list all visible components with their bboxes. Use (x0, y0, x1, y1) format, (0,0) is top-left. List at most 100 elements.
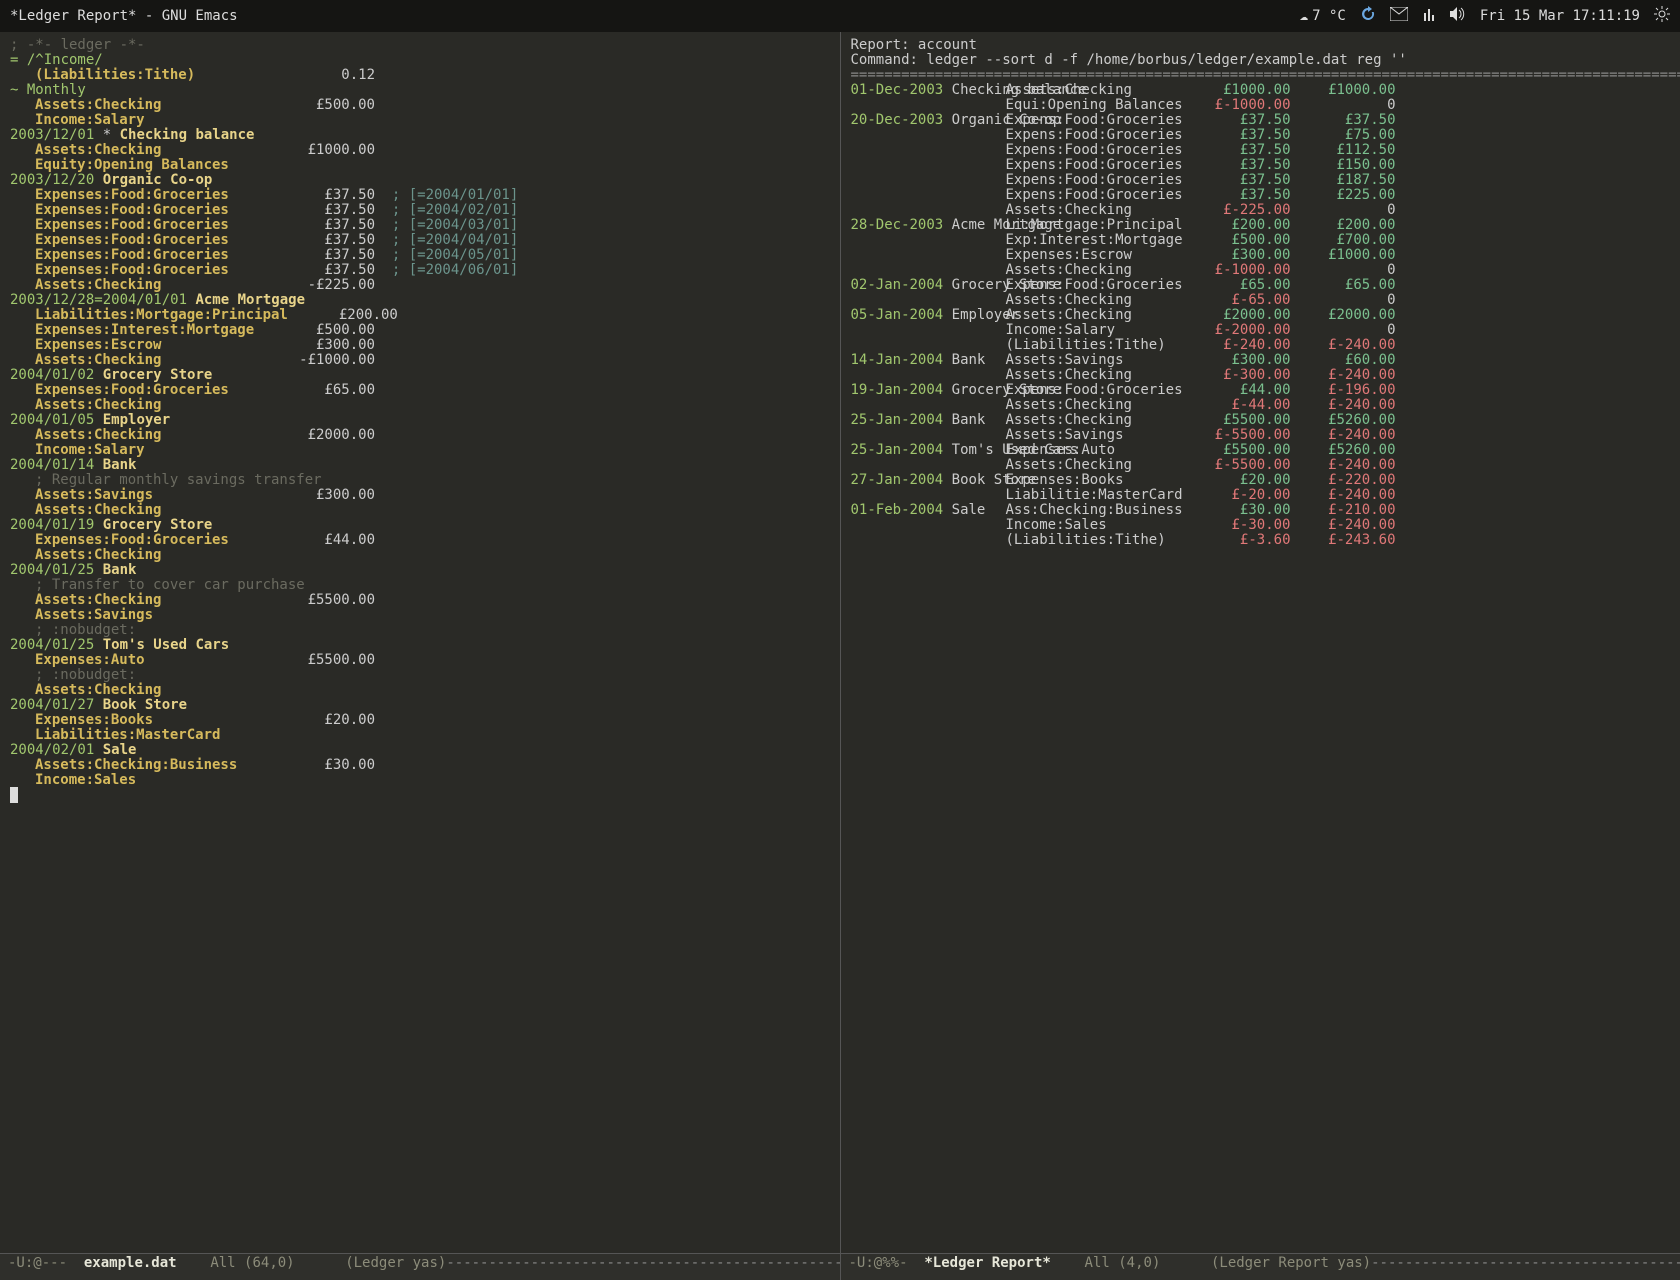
source-line: Assets:Checking (10, 548, 830, 563)
modeline-position: All (64,0) (210, 1255, 294, 1271)
mail-icon[interactable] (1390, 7, 1408, 25)
report-line: Expens:Food:Groceries£37.50£75.00 (851, 128, 1671, 143)
source-line: Expenses:Food:Groceries£37.50 ; [=2004/0… (10, 233, 830, 248)
modeline-flags: -U:@--- (8, 1255, 67, 1271)
report-line: ========================================… (851, 68, 1671, 83)
source-line: 2004/01/25 Bank (10, 563, 830, 578)
source-line: 2004/01/14 Bank (10, 458, 830, 473)
report-line: Expens:Food:Groceries£37.50£225.00 (851, 188, 1671, 203)
source-line: Expenses:Escrow£300.00 (10, 338, 830, 353)
source-line: Assets:Checking (10, 398, 830, 413)
modeline-filename: example.dat (84, 1255, 177, 1271)
report-line: 20-Dec-2003 Organic Co-opExpens:Food:Gro… (851, 113, 1671, 128)
settings-icon[interactable] (1654, 6, 1670, 26)
source-line: Liabilities:Mortgage:Principal£200.00 (10, 308, 830, 323)
report-line: Assets:Checking£-225.000 (851, 203, 1671, 218)
source-line: ; :nobudget: (10, 623, 830, 638)
source-line: Income:Salary (10, 113, 830, 128)
source-line: Assets:Checking£5500.00 (10, 593, 830, 608)
source-line: Assets:Checking£1000.00 (10, 143, 830, 158)
source-line: Expenses:Food:Groceries£37.50 ; [=2004/0… (10, 218, 830, 233)
report-line: Assets:Checking£-1000.000 (851, 263, 1671, 278)
report-line: Expenses:Escrow£300.00£1000.00 (851, 248, 1671, 263)
source-line: Assets:Savings (10, 608, 830, 623)
source-line: 2004/01/05 Employer (10, 413, 830, 428)
emacs-frame: ; -*- ledger -*-= /^Income/(Liabilities:… (0, 32, 1680, 1280)
source-line: Assets:Checking-£225.00 (10, 278, 830, 293)
network-icon[interactable] (1422, 7, 1436, 25)
source-line: 2003/12/01 * Checking balance (10, 128, 830, 143)
report-line: Assets:Checking£-44.00£-240.00 (851, 398, 1671, 413)
report-line: Assets:Checking£-300.00£-240.00 (851, 368, 1671, 383)
report-line: Income:Sales£-30.00£-240.00 (851, 518, 1671, 533)
source-line: 2003/12/20 Organic Co-op (10, 173, 830, 188)
source-line: Equity:Opening Balances (10, 158, 830, 173)
report-line: 25-Jan-2004 BankAssets:Checking£5500.00£… (851, 413, 1671, 428)
report-line: Assets:Savings£-5500.00£-240.00 (851, 428, 1671, 443)
source-line: Expenses:Food:Groceries£65.00 (10, 383, 830, 398)
modeline-dashes: ----------------------------------------… (1371, 1255, 1680, 1271)
report-line: 28-Dec-2003 Acme MortgageLi:Mortgage:Pri… (851, 218, 1671, 233)
window-title: *Ledger Report* - GNU Emacs (10, 8, 238, 24)
modeline-mode: (Ledger yas) (345, 1255, 446, 1271)
ledger-report-buffer[interactable]: Report: accountCommand: ledger --sort d … (840, 32, 1680, 1280)
modeline-left[interactable]: -U:@--- example.dat All (64,0) (Ledger y… (0, 1253, 840, 1280)
ledger-source-buffer[interactable]: ; -*- ledger -*-= /^Income/(Liabilities:… (0, 32, 840, 1280)
source-line: Expenses:Food:Groceries£37.50 ; [=2004/0… (10, 263, 830, 278)
source-line: ~ Monthly (10, 83, 830, 98)
source-line: ; -*- ledger -*- (10, 38, 830, 53)
report-line: (Liabilities:Tithe)£-240.00£-240.00 (851, 338, 1671, 353)
source-line: Income:Salary (10, 443, 830, 458)
clock-text: Fri 15 Mar 17:11:19 (1480, 8, 1640, 24)
report-line: 02-Jan-2004 Grocery StoreExpens:Food:Gro… (851, 278, 1671, 293)
volume-icon[interactable] (1450, 7, 1466, 25)
report-line: 01-Feb-2004 SaleAss:Checking:Business£30… (851, 503, 1671, 518)
weather-widget[interactable]: ☁ 7 °C (1300, 8, 1346, 24)
source-line: 2003/12/28=2004/01/01 Acme Mortgage (10, 293, 830, 308)
source-line: Income:Sales (10, 773, 830, 788)
report-line: Liabilitie:MasterCard£-20.00£-240.00 (851, 488, 1671, 503)
source-line: Expenses:Books£20.00 (10, 713, 830, 728)
modeline-flags: -U:@%%- (849, 1255, 908, 1271)
source-line: 2004/01/27 Book Store (10, 698, 830, 713)
cursor (10, 787, 18, 803)
modeline-mode: (Ledger Report yas) (1211, 1255, 1371, 1271)
source-line: Liabilities:MasterCard (10, 728, 830, 743)
report-line: Equi:Opening Balances£-1000.000 (851, 98, 1671, 113)
source-line: Assets:Checking-£1000.00 (10, 353, 830, 368)
report-line: 05-Jan-2004 EmployerAssets:Checking£2000… (851, 308, 1671, 323)
source-line: ; :nobudget: (10, 668, 830, 683)
source-line: Assets:Checking£500.00 (10, 98, 830, 113)
source-line: Assets:Checking£2000.00 (10, 428, 830, 443)
report-line: Exp:Interest:Mortgage£500.00£700.00 (851, 233, 1671, 248)
system-tray: ☁ 7 °C Fri 15 Mar 17:11:19 (1300, 6, 1670, 26)
source-line: (Liabilities:Tithe)0.12 (10, 68, 830, 83)
source-line: Assets:Checking:Business£30.00 (10, 758, 830, 773)
report-line: Assets:Checking£-65.000 (851, 293, 1671, 308)
source-line: ; Transfer to cover car purchase (10, 578, 830, 593)
report-line: Expens:Food:Groceries£37.50£112.50 (851, 143, 1671, 158)
report-line: Expens:Food:Groceries£37.50£187.50 (851, 173, 1671, 188)
source-line: Expenses:Food:Groceries£37.50 ; [=2004/0… (10, 203, 830, 218)
modeline-right[interactable]: -U:@%%- *Ledger Report* All (4,0) (Ledge… (841, 1253, 1680, 1280)
report-line: 01-Dec-2003 Checking balanceAssets:Check… (851, 83, 1671, 98)
source-line: 2004/01/02 Grocery Store (10, 368, 830, 383)
source-line: Expenses:Food:Groceries£44.00 (10, 533, 830, 548)
source-line: 2004/02/01 Sale (10, 743, 830, 758)
source-line: ; Regular monthly savings transfer (10, 473, 830, 488)
report-line: 25-Jan-2004 Tom's Used CarsExpenses:Auto… (851, 443, 1671, 458)
source-line: Assets:Checking (10, 503, 830, 518)
modeline-dashes: ----------------------------------------… (446, 1255, 839, 1271)
report-line: 27-Jan-2004 Book StoreExpenses:Books£20.… (851, 473, 1671, 488)
refresh-icon[interactable] (1360, 6, 1376, 26)
source-line: Expenses:Auto£5500.00 (10, 653, 830, 668)
report-line: 19-Jan-2004 Grocery StoreExpens:Food:Gro… (851, 383, 1671, 398)
source-line: = /^Income/ (10, 53, 830, 68)
source-line: Expenses:Food:Groceries£37.50 ; [=2004/0… (10, 188, 830, 203)
report-line: (Liabilities:Tithe)£-3.60£-243.60 (851, 533, 1671, 548)
report-line: Report: account (851, 38, 1671, 53)
modeline-filename: *Ledger Report* (924, 1255, 1050, 1271)
report-line: Command: ledger --sort d -f /home/borbus… (851, 53, 1671, 68)
source-line: Assets:Checking (10, 683, 830, 698)
source-line: Expenses:Interest:Mortgage£500.00 (10, 323, 830, 338)
